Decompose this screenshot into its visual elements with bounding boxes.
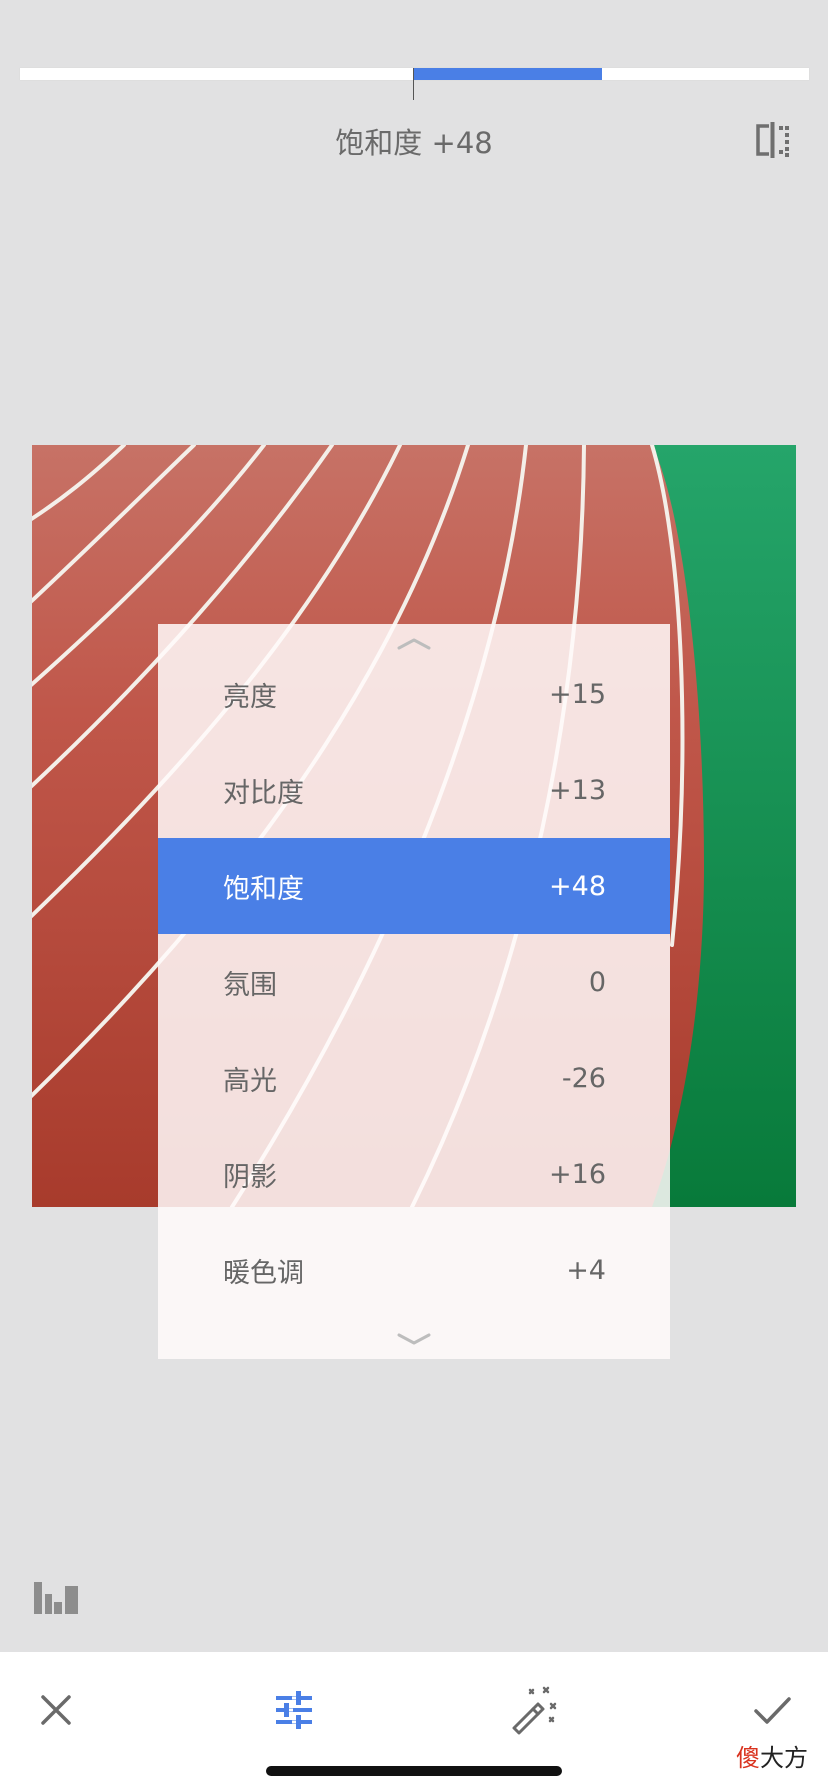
menu-item-value: +4	[566, 1254, 606, 1286]
magic-wand-icon[interactable]	[504, 1682, 560, 1738]
menu-item-label: 对比度	[223, 777, 304, 809]
menu-item[interactable]: 氛围 0	[158, 934, 670, 1030]
compare-split-icon[interactable]	[752, 120, 792, 160]
menu-item[interactable]: 暖色调 +4	[158, 1222, 670, 1318]
slider-fill	[413, 68, 602, 80]
bottom-toolbar: 傻大方	[0, 1652, 828, 1792]
menu-item[interactable]: 对比度 +13	[158, 742, 670, 838]
adjust-menu: 亮度 +15 对比度 +13 饱和度 +48 氛围 0 高光 -26 阴影 +16 暖色调 +4	[158, 624, 670, 1359]
menu-item-label: 饱和度	[223, 873, 304, 905]
menu-item-label: 阴影	[223, 1161, 277, 1193]
sliders-icon[interactable]	[266, 1682, 322, 1738]
menu-item-value: +48	[549, 870, 606, 902]
menu-item-label: 暖色调	[223, 1257, 304, 1289]
watermark-red-char: 傻	[736, 1744, 760, 1772]
menu-item-label: 亮度	[223, 681, 277, 713]
close-icon[interactable]	[28, 1682, 84, 1738]
checkmark-icon[interactable]	[744, 1682, 800, 1738]
watermark-text: 大方	[760, 1744, 808, 1772]
menu-item-value: +16	[549, 1158, 606, 1190]
menu-item[interactable]: 饱和度 +48	[158, 838, 670, 934]
saturation-slider[interactable]	[20, 68, 809, 100]
menu-item[interactable]: 阴影 +16	[158, 1126, 670, 1222]
menu-item-value: +13	[549, 774, 606, 806]
menu-item-value: +15	[549, 678, 606, 710]
histogram-icon[interactable]	[34, 1580, 78, 1614]
menu-item-value: 0	[588, 966, 606, 998]
home-indicator	[266, 1766, 562, 1776]
menu-item-label: 氛围	[223, 969, 277, 1001]
parameter-title: 饱和度 +48	[0, 120, 828, 162]
chevron-down-icon[interactable]	[158, 1325, 670, 1355]
slider-origin-marker	[413, 68, 414, 100]
parameter-name: 饱和度	[335, 126, 423, 160]
parameter-value: +48	[431, 126, 493, 160]
menu-item-value: -26	[561, 1062, 606, 1094]
menu-item-label: 高光	[223, 1065, 277, 1097]
menu-item[interactable]: 高光 -26	[158, 1030, 670, 1126]
menu-item[interactable]: 亮度 +15	[158, 646, 670, 742]
watermark: 傻大方	[736, 1738, 808, 1773]
